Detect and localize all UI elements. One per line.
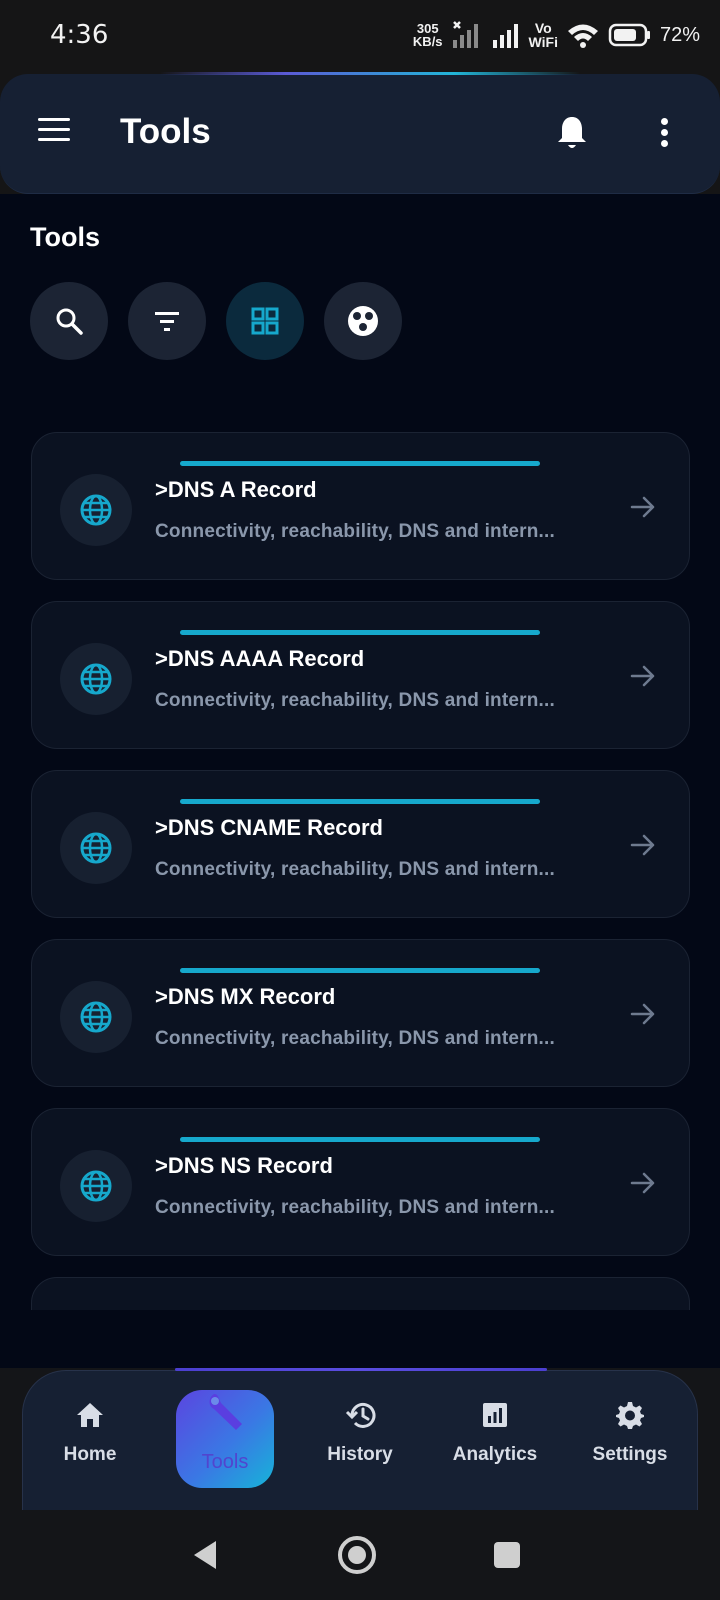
network-speed-unit: KB/s: [412, 34, 443, 49]
status-icons: 305 KB/s Vo WiFi 72%: [413, 18, 700, 52]
more-vert-icon[interactable]: [652, 118, 676, 152]
tool-card[interactable]: >DNS CNAME Record Connectivity, reachabi…: [31, 770, 690, 918]
wifi-icon: [567, 24, 598, 48]
tool-title: >DNS CNAME Record: [155, 815, 383, 840]
nav-label-tools: Tools: [201, 1451, 249, 1473]
status-bar: 4:36 305 KB/s Vo WiFi 72%: [0, 0, 720, 70]
grid-view-button[interactable]: [226, 282, 304, 360]
filter-button[interactable]: [128, 282, 206, 360]
nav-item-settings[interactable]: Settings: [565, 1400, 695, 1466]
app-bar-accent-line: [160, 72, 580, 75]
nav-item-home[interactable]: Home: [25, 1400, 155, 1466]
tool-card[interactable]: >DNS A Record Connectivity, reachability…: [31, 432, 690, 580]
vowifi-bottom: WiFi: [528, 34, 558, 50]
tool-card[interactable]: >DNS NS Record Connectivity, reachabilit…: [31, 1108, 690, 1256]
card-accent-bar: [180, 461, 540, 466]
tool-title: >DNS NS Record: [155, 1153, 333, 1178]
battery-icon: [608, 23, 650, 47]
globe-icon: [80, 1001, 112, 1033]
battery-percent: 72%: [659, 23, 700, 46]
arrow-right-icon: [630, 834, 655, 856]
card-accent-bar: [180, 968, 540, 973]
globe-icon: [80, 832, 112, 864]
home-icon: [77, 1403, 103, 1427]
palette-button[interactable]: [324, 282, 402, 360]
section-title: Tools: [30, 222, 100, 252]
history-icon: [345, 1402, 376, 1428]
app-bar: [0, 74, 720, 194]
analytics-icon: [483, 1403, 507, 1427]
globe-icon: [80, 663, 112, 695]
arrow-right-icon: [630, 1003, 655, 1025]
nav-label-home: Home: [63, 1444, 117, 1465]
tool-title: >DNS AAAA Record: [155, 646, 365, 671]
tool-card[interactable]: >DNS AAAA Record Connectivity, reachabil…: [31, 601, 690, 749]
network-speed: 305 KB/s: [413, 22, 443, 48]
tool-title: >DNS MX Record: [155, 984, 336, 1009]
tool-subtitle: Connectivity, reachability, DNS and inte…: [155, 859, 555, 880]
tool-title: >DNS A Record: [155, 477, 317, 502]
tool-actions: [30, 282, 402, 360]
arrow-right-icon: [630, 1172, 655, 1194]
palette-icon: [348, 306, 378, 336]
filter-icon: [155, 312, 179, 331]
tool-card[interactable]: >DNS MX Record Connectivity, reachabilit…: [31, 939, 690, 1087]
arrow-right-icon: [630, 496, 655, 518]
card-accent-bar: [180, 799, 540, 804]
status-time: 4:36: [50, 20, 109, 50]
card-icon-container: [60, 812, 132, 884]
tool-subtitle: Connectivity, reachability, DNS and inte…: [155, 1197, 555, 1218]
bottom-nav-accent-line: [175, 1368, 547, 1371]
nav-label-settings: Settings: [592, 1444, 668, 1465]
system-back-icon[interactable]: [192, 1539, 220, 1571]
hamburger-menu-icon[interactable]: [38, 118, 74, 146]
card-icon-container: [60, 643, 132, 715]
tool-subtitle: Connectivity, reachability, DNS and inte…: [155, 690, 555, 711]
gear-icon: [616, 1402, 644, 1429]
globe-icon: [80, 494, 112, 526]
search-button[interactable]: [30, 282, 108, 360]
grid-view-icon: [251, 307, 279, 335]
nav-item-analytics[interactable]: Analytics: [430, 1400, 560, 1466]
system-home-icon[interactable]: [338, 1536, 376, 1574]
system-recents-icon[interactable]: [494, 1542, 520, 1568]
tool-subtitle: Connectivity, reachability, DNS and inte…: [155, 521, 555, 542]
tool-list: >DNS A Record Connectivity, reachability…: [0, 420, 720, 1310]
app-bar-title: Tools: [120, 112, 211, 151]
card-icon-container: [60, 981, 132, 1053]
bell-icon[interactable]: [556, 114, 588, 152]
card-icon-container: [60, 1150, 132, 1222]
tool-subtitle: Connectivity, reachability, DNS and inte…: [155, 1028, 555, 1049]
signal-sim1-icon: [452, 21, 478, 48]
nav-label-analytics: Analytics: [452, 1444, 538, 1465]
signal-sim2-icon: [492, 24, 518, 48]
nav-item-history[interactable]: History: [295, 1400, 425, 1466]
card-icon-container: [60, 474, 132, 546]
search-icon: [56, 308, 83, 335]
tool-card-partial[interactable]: [31, 1277, 690, 1310]
card-accent-bar: [180, 1137, 540, 1142]
vowifi-top: Vo: [534, 20, 552, 36]
card-accent-bar: [180, 630, 540, 635]
nav-label-history: History: [327, 1444, 393, 1465]
globe-icon: [80, 1170, 112, 1202]
vowifi-indicator: Vo WiFi: [529, 21, 558, 49]
wrench-icon: [209, 1394, 242, 1430]
arrow-right-icon: [630, 665, 655, 687]
